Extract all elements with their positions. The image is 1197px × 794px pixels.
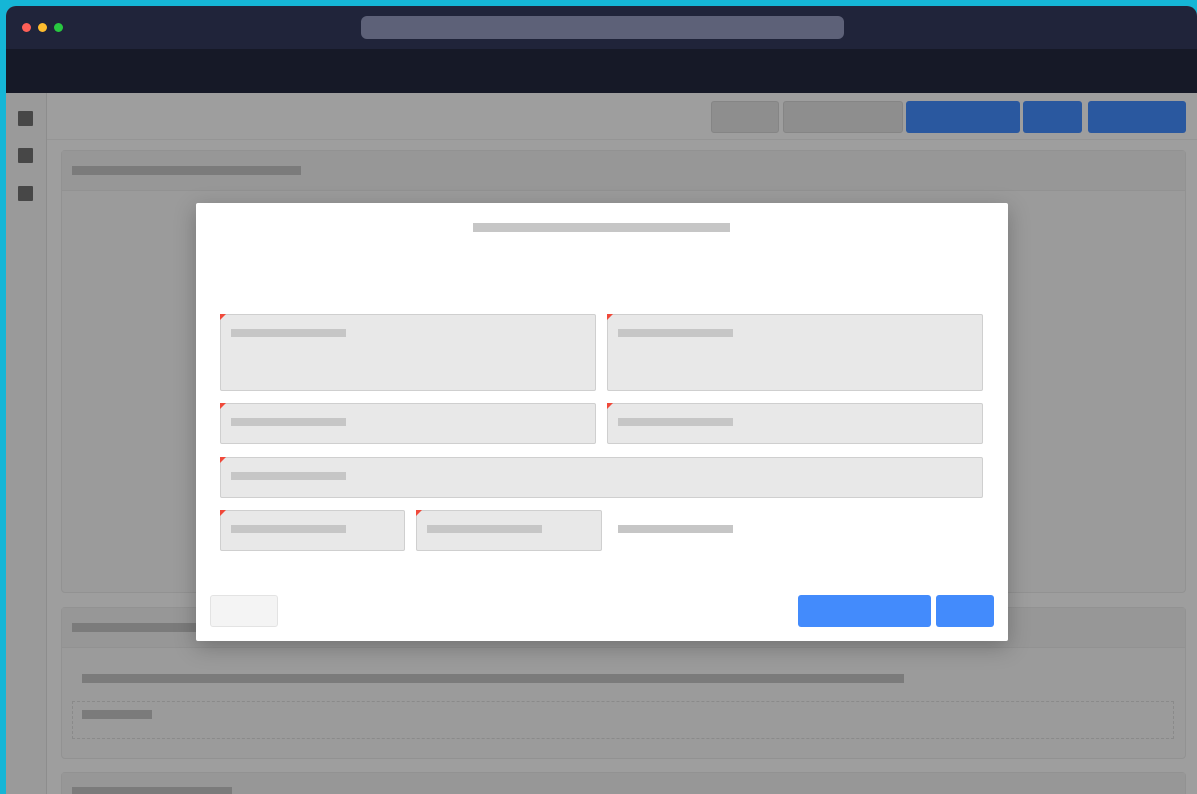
required-marker-icon — [220, 314, 226, 320]
required-marker-icon — [416, 510, 422, 516]
modal-dialog — [196, 203, 1008, 641]
form-field-6-label — [231, 525, 346, 533]
form-field-1[interactable] — [220, 314, 596, 391]
submit-button[interactable] — [798, 595, 931, 627]
required-marker-icon — [220, 510, 226, 516]
required-marker-icon — [220, 457, 226, 463]
secondary-action-button[interactable] — [936, 595, 994, 627]
form-field-7[interactable] — [416, 510, 602, 551]
form-field-7-label — [427, 525, 542, 533]
form-field-3[interactable] — [220, 403, 596, 444]
form-field-2[interactable] — [607, 314, 983, 391]
form-field-2-label — [618, 329, 733, 337]
required-marker-icon — [220, 403, 226, 409]
form-field-4-label — [618, 418, 733, 426]
cancel-button[interactable] — [210, 595, 278, 627]
form-field-5-label — [231, 472, 346, 480]
form-helper-text — [618, 525, 733, 533]
form-field-6[interactable] — [220, 510, 405, 551]
modal-title — [473, 223, 730, 232]
form-field-5[interactable] — [220, 457, 983, 498]
required-marker-icon — [607, 314, 613, 320]
form-field-1-label — [231, 329, 346, 337]
form-field-4[interactable] — [607, 403, 983, 444]
required-marker-icon — [607, 403, 613, 409]
form-field-3-label — [231, 418, 346, 426]
modal-backdrop — [0, 0, 1197, 794]
